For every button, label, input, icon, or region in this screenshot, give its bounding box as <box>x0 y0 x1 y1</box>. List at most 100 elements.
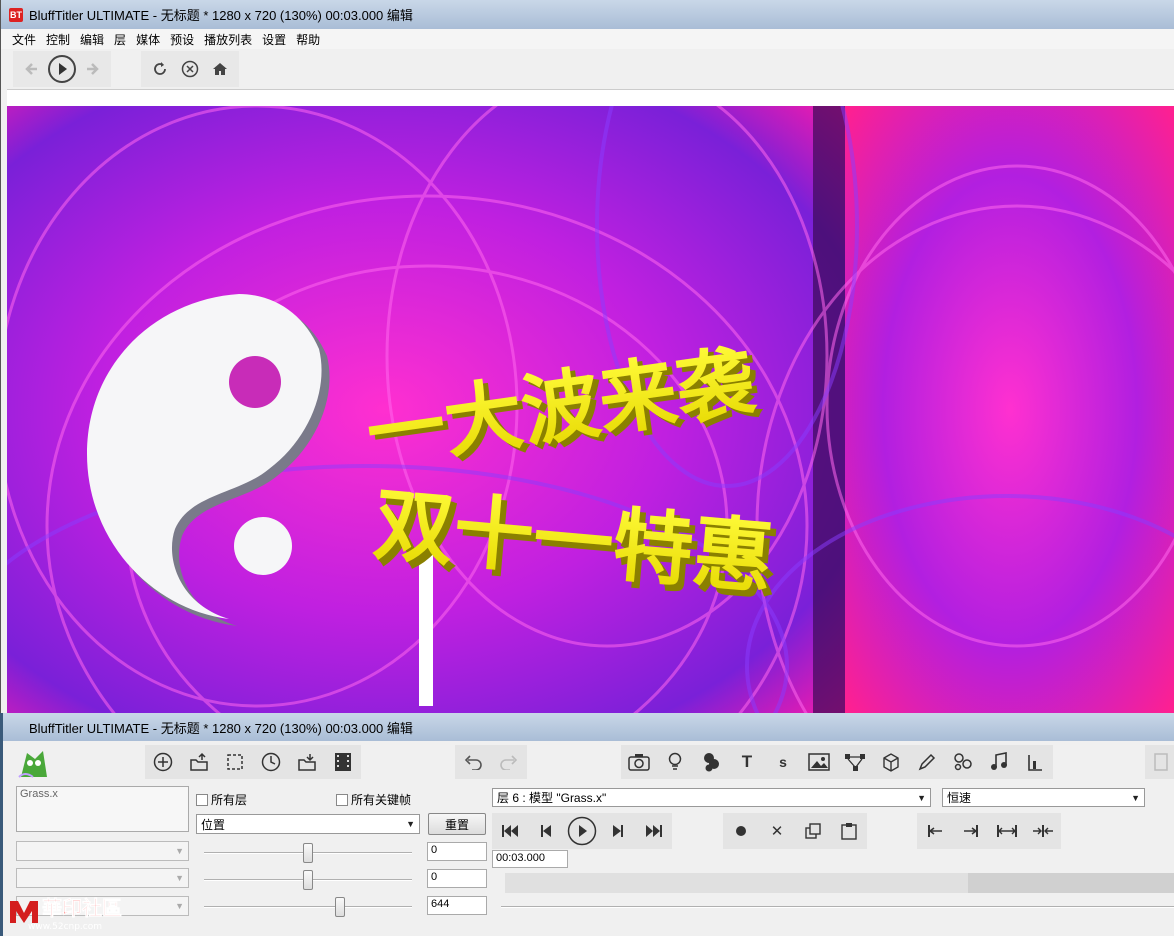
extra-group <box>1145 745 1174 779</box>
layer-select[interactable]: 层 6 : 模型 "Grass.x" ▼ <box>492 788 931 807</box>
undo-icon[interactable] <box>455 747 491 777</box>
x-value-input[interactable]: 0 <box>427 842 487 861</box>
layer-name-box[interactable]: Grass.x <box>16 786 189 832</box>
menu-help[interactable]: 帮助 <box>291 31 325 48</box>
prev-frame-icon[interactable] <box>528 816 564 846</box>
record-keyframe-icon[interactable] <box>723 816 759 846</box>
watermark-url: www.52cnp.com <box>28 922 102 932</box>
z-slider-thumb[interactable] <box>335 897 345 917</box>
browser-toolbar <box>1 49 1174 89</box>
timeline-scroll[interactable] <box>501 906 1174 908</box>
back-icon[interactable] <box>17 54 47 84</box>
shape-text-icon[interactable]: s <box>765 747 801 777</box>
layer-types-group: T s <box>621 745 1053 779</box>
control-panel-window: BluffTitler ULTIMATE - 无标题 * 1280 x 720 … <box>0 713 1174 936</box>
camera-icon[interactable] <box>621 747 657 777</box>
plasma-icon[interactable] <box>945 747 981 777</box>
align-end-icon[interactable] <box>953 816 989 846</box>
layer-type-icon[interactable] <box>15 747 51 781</box>
property-select[interactable]: 位置 ▼ <box>196 814 420 834</box>
chevron-down-icon: ▼ <box>1131 792 1140 803</box>
menu-playlist[interactable]: 播放列表 <box>199 31 257 48</box>
menu-media[interactable]: 媒体 <box>131 31 165 48</box>
preview-canvas[interactable]: 一大波来袭 一大波来袭 双十一特惠 双十一特惠 <box>7 106 1174 713</box>
compress-icon[interactable] <box>1025 816 1061 846</box>
y-slider-thumb[interactable] <box>303 870 313 890</box>
add-layer-icon[interactable] <box>145 747 181 777</box>
draw-icon[interactable] <box>909 747 945 777</box>
text-layer-icon[interactable]: T <box>729 747 765 777</box>
x-slider-thumb[interactable] <box>303 843 313 863</box>
all-layers-checkbox[interactable]: 所有层 <box>196 791 247 808</box>
all-layers-box[interactable] <box>196 793 208 806</box>
menu-presets[interactable]: 预设 <box>165 31 199 48</box>
align-start-icon[interactable] <box>917 816 953 846</box>
select-layer-icon[interactable] <box>217 747 253 777</box>
audio-icon[interactable] <box>981 747 1017 777</box>
time-input[interactable]: 00:03.000 <box>492 850 568 868</box>
last-frame-icon[interactable] <box>636 816 672 846</box>
chevron-down-icon: ▼ <box>406 819 415 829</box>
cube-icon[interactable] <box>873 747 909 777</box>
reset-button[interactable]: 重置 <box>428 813 486 835</box>
load-icon[interactable] <box>289 747 325 777</box>
all-layers-label: 所有层 <box>211 793 248 807</box>
export-icon[interactable] <box>1145 747 1174 777</box>
preview-render: 一大波来袭 一大波来袭 双十一特惠 双十一特惠 <box>7 106 1174 713</box>
layer-toolbar-group <box>145 745 361 779</box>
home-icon[interactable] <box>205 54 235 84</box>
all-keyframes-box[interactable] <box>336 793 348 806</box>
panel-window-title: BluffTitler ULTIMATE - 无标题 * 1280 x 720 … <box>29 720 413 736</box>
play-button-icon[interactable] <box>564 816 600 846</box>
page-group <box>141 51 239 87</box>
playback-group <box>492 813 672 849</box>
param-select-1[interactable]: ▼ <box>16 841 189 861</box>
picture-icon[interactable] <box>801 747 837 777</box>
redo-icon[interactable] <box>491 747 527 777</box>
main-window: BT BluffTitler ULTIMATE - 无标题 * 1280 x 7… <box>0 0 1174 713</box>
stretch-icon[interactable] <box>989 816 1025 846</box>
chevron-down-icon: ▼ <box>175 873 184 883</box>
menu-layer[interactable]: 层 <box>109 31 131 48</box>
menu-edit[interactable]: 编辑 <box>75 31 109 48</box>
z-value-input[interactable]: 644 <box>427 896 487 915</box>
y-value-input[interactable]: 0 <box>427 869 487 888</box>
undo-group <box>455 745 527 779</box>
refresh-icon[interactable] <box>145 54 175 84</box>
window-title: BluffTitler ULTIMATE - 无标题 * 1280 x 720 … <box>29 8 413 23</box>
timeline-nav-group <box>917 813 1061 849</box>
equalizer-icon[interactable] <box>1017 747 1053 777</box>
z-slider-track[interactable] <box>204 906 412 908</box>
particle-icon[interactable] <box>693 747 729 777</box>
layer-select-value: 层 6 : 模型 "Grass.x" <box>497 791 607 805</box>
copy-icon[interactable] <box>795 816 831 846</box>
keyframe-group: ✕ <box>723 813 867 849</box>
film-icon[interactable] <box>325 747 361 777</box>
watermark-text: 華印社區 <box>42 896 122 920</box>
nav-group <box>13 51 111 87</box>
stop-icon[interactable] <box>175 54 205 84</box>
path-icon[interactable] <box>837 747 873 777</box>
forward-icon[interactable] <box>77 54 107 84</box>
chevron-down-icon: ▼ <box>175 901 184 911</box>
delete-keyframe-icon[interactable]: ✕ <box>759 816 795 846</box>
address-bar[interactable] <box>7 89 1174 106</box>
light-icon[interactable] <box>657 747 693 777</box>
next-frame-icon[interactable] <box>600 816 636 846</box>
import-layer-icon[interactable] <box>181 747 217 777</box>
menu-settings[interactable]: 设置 <box>257 31 291 48</box>
speed-select-value: 恒速 <box>947 791 972 805</box>
timing-icon[interactable] <box>253 747 289 777</box>
paste-icon[interactable] <box>831 816 867 846</box>
first-frame-icon[interactable] <box>492 816 528 846</box>
all-keyframes-checkbox[interactable]: 所有关键帧 <box>336 791 411 808</box>
speed-select[interactable]: 恒速 ▼ <box>942 788 1145 807</box>
param-select-2[interactable]: ▼ <box>16 868 189 888</box>
timeline-range[interactable] <box>968 873 1174 893</box>
play-icon[interactable] <box>47 54 77 84</box>
all-keyframes-label: 所有关键帧 <box>351 793 412 807</box>
property-select-value: 位置 <box>201 817 226 832</box>
menu-control[interactable]: 控制 <box>41 31 75 48</box>
menu-file[interactable]: 文件 <box>7 31 41 48</box>
panel-title-bar: BluffTitler ULTIMATE - 无标题 * 1280 x 720 … <box>3 713 1174 741</box>
